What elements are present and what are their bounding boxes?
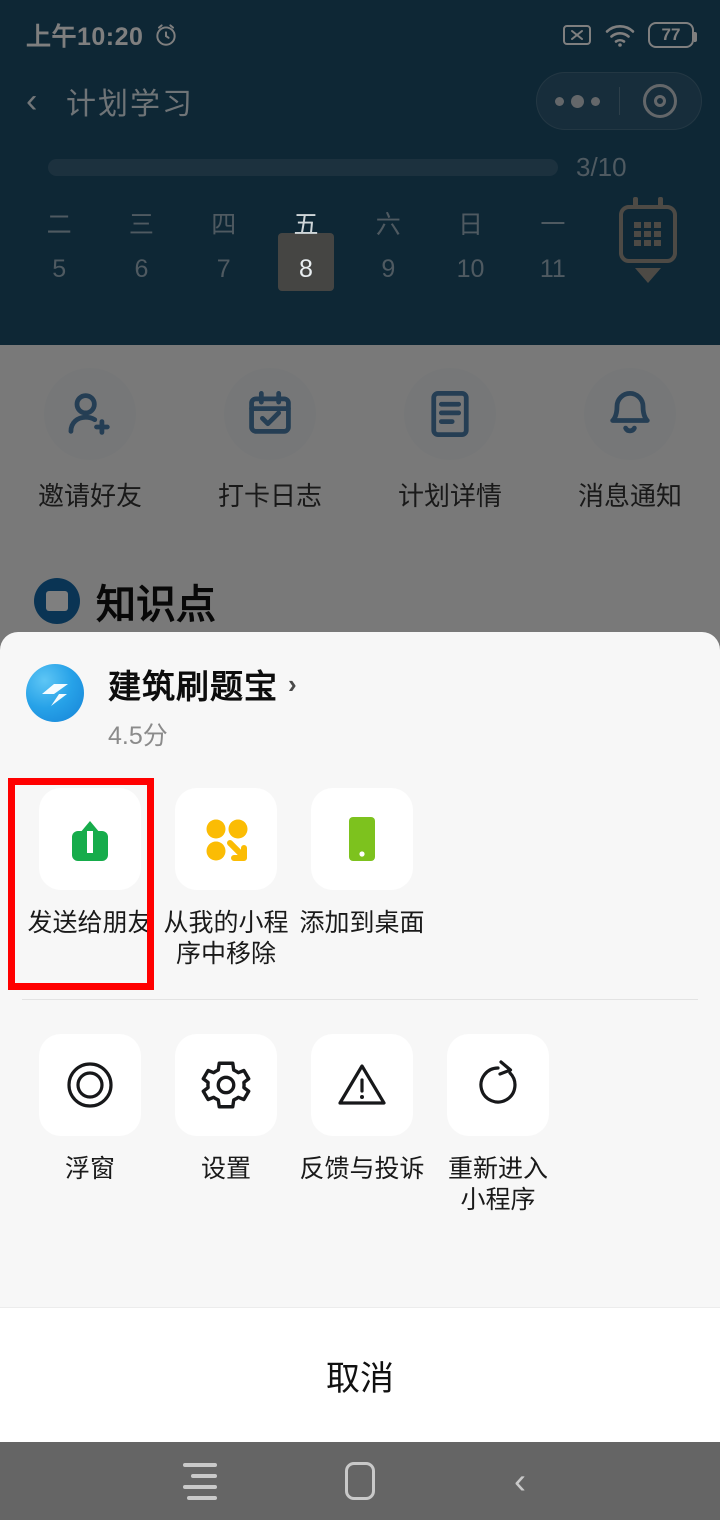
day-number: 8 [299,255,313,283]
system-navigation-bar: ‹ [0,1442,720,1520]
sheet-item-float-window[interactable]: 浮窗 [22,1022,158,1215]
mini-program-name: 建筑刷题宝 [108,668,278,705]
sheet-item-label: 添加到桌面 [299,909,425,937]
home-icon[interactable] [337,1458,383,1504]
chevron-right-icon: › [288,668,297,699]
sheet-item-restart-mini-program[interactable]: 重新进入 小程序 [430,1022,566,1215]
mini-program-name-row[interactable]: 建筑刷题宝 › [108,660,297,708]
sheet-item-send-to-friend[interactable]: 发送给朋友 [22,776,158,969]
sheet-item-label: 浮窗 [64,1155,115,1183]
gear-icon [175,1034,277,1136]
add-to-home-screen-icon [311,788,413,890]
sheet-item-add-to-home-screen[interactable]: 添加到桌面 [294,776,430,969]
sheet-row-primary: 发送给朋友 从我的小程 序中移除 添加到桌面 [0,770,720,969]
mini-program-header[interactable]: 建筑刷题宝 › 4.5分 [0,632,720,770]
warning-triangle-icon [311,1034,413,1136]
sheet-item-label: 从我的小程 序中移除 [163,909,289,968]
back-icon[interactable]: ‹ [497,1458,543,1504]
sheet-item-label: 设置 [200,1155,251,1183]
remove-from-mini-programs-icon [175,788,277,890]
app-logo-icon [26,664,84,722]
sheet-item-settings[interactable]: 设置 [158,1022,294,1215]
mini-program-score: 4.5分 [108,722,168,750]
share-box-icon [39,788,141,890]
sheet-item-feedback[interactable]: 反馈与投诉 [294,1022,430,1215]
mini-program-meta: 建筑刷题宝 › 4.5分 [108,660,297,752]
sheet-item-label: 发送给朋友 [27,909,153,937]
menu-icon[interactable] [177,1458,223,1504]
sheet-row-secondary: 浮窗 设置 反馈与投诉 重新进入 小程序 [0,1000,720,1215]
cancel-button[interactable]: 取消 [0,1307,720,1442]
day-name: 五 [293,211,319,239]
sheet-item-remove-from-mini-programs[interactable]: 从我的小程 序中移除 [158,776,294,969]
sheet-item-label: 重新进入 小程序 [447,1155,548,1214]
sheet-item-label: 反馈与投诉 [299,1155,425,1183]
cancel-label: 取消 [326,1359,394,1398]
float-window-icon [39,1034,141,1136]
refresh-icon [447,1034,549,1136]
mini-program-action-sheet: 建筑刷题宝 › 4.5分 发送给朋友 从我的小程 序中移除 添加到桌面 浮窗 设… [0,632,720,1442]
